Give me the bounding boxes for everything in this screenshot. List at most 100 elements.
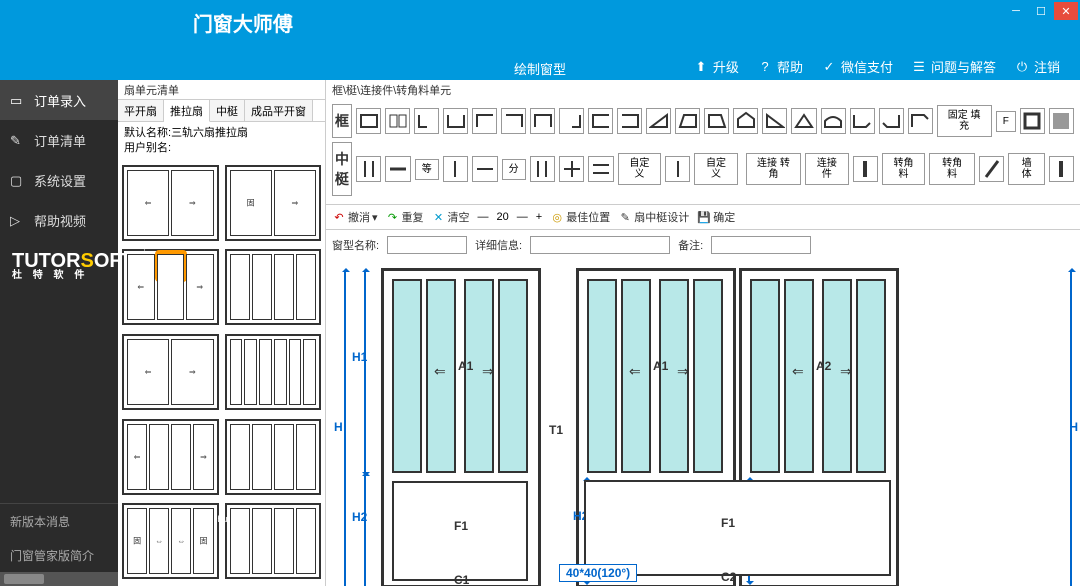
sidebar-item-intro[interactable]: 门窗管家版简介 [0,538,118,572]
shape-arch[interactable] [821,108,846,134]
plus-icon[interactable]: + [536,211,542,223]
help-icon: ? [757,59,773,75]
drawing-canvas[interactable]: H H1 H2 H ⇐ A1 ⇒ [326,260,1080,586]
slide-arrow-icon: ⇒ [840,363,852,380]
mullion-h2[interactable] [472,156,497,182]
help-button[interactable]: ? 帮助 [757,57,803,76]
shape-tri2[interactable] [762,108,787,134]
qa-button[interactable]: ☰ 问题与解答 [911,57,996,76]
logout-button[interactable]: ⏻ 注销 [1014,57,1060,76]
corner-angle-button[interactable]: 转角 料 [929,153,975,185]
confirm-button[interactable]: 💾确定 [697,209,735,225]
angle-dim: 40*40(120°) [559,564,637,582]
dim-F1-right: F1 [721,516,735,530]
wechat-pay-button[interactable]: ✓ 微信支付 [821,57,893,76]
mullion-v3[interactable] [530,156,555,182]
shape-trap2[interactable] [704,108,729,134]
fixed-fill-button[interactable]: 固定 填充 [937,105,992,137]
sidebar-item-label: 门窗管家版简介 [10,547,94,564]
close-button[interactable]: ✕ [1054,2,1078,20]
wechat-icon: ✓ [821,59,837,75]
shape-l1[interactable] [414,108,439,134]
upgrade-button[interactable]: ⬆ 升级 [693,57,739,76]
sash[interactable] [856,279,886,473]
breadcrumb: 框\梃\连接件\转角料单元 [326,80,1080,100]
fields-row: 窗型名称: 详细信息: 备注: [326,230,1080,260]
undo-icon: ↶ [332,210,346,224]
sash[interactable] [750,279,780,473]
action-bar: ↶撤消 ▾ ↷重复 ✕清空 — 20 — + ◎最佳位置 ✎扇中梃设计 💾确定 [326,205,1080,230]
logo-tutorsoft: TUTORSOFT 杜 特 软 件 [12,251,134,281]
toolbox: 框 固定 填充 [326,100,1080,205]
dim-A1: A1 [458,359,473,373]
redo-button[interactable]: ↷重复 [386,209,424,225]
f-button[interactable]: F [996,111,1016,132]
corner-icon[interactable] [979,156,1004,182]
connect-mullion-button[interactable]: 连接 转角 [746,153,802,185]
best-position-button[interactable]: ◎最佳位置 [550,209,610,225]
titlebar: TUTORSOFT 杜 特 软 件 画 门窗大师傅 men chuang da … [0,0,1080,80]
minimize-button[interactable]: ─ [1004,2,1028,20]
shape-fill2[interactable] [1049,108,1074,134]
dim-A2: A2 [816,359,831,373]
undo-button[interactable]: ↶撤消 ▾ [332,209,378,225]
sash[interactable] [693,279,723,473]
custom1-button[interactable]: 自定义 [618,153,661,185]
shape-l2[interactable] [472,108,497,134]
scroll-thumb[interactable] [4,574,44,584]
shape-l3[interactable] [501,108,526,134]
shape-c2[interactable] [617,108,642,134]
shape-pent[interactable] [733,108,758,134]
sidebar-scrollbar[interactable] [0,572,118,586]
mullion-v2[interactable] [443,156,468,182]
sash[interactable] [392,279,422,473]
redo-icon: ↷ [386,210,400,224]
mullion-custom-v[interactable] [665,156,690,182]
shape-ang1[interactable] [850,108,875,134]
template-thumb[interactable]: ⇐⇒ [122,249,219,325]
mullion-v1[interactable] [356,156,381,182]
shape-trap1[interactable] [675,108,700,134]
shape-tri1[interactable] [646,108,671,134]
name-input[interactable] [387,236,467,254]
detail-input[interactable] [530,236,670,254]
wall-button[interactable]: 墙 体 [1008,153,1044,185]
mullion-cross[interactable] [559,156,584,182]
sash[interactable] [498,279,528,473]
seg-count: 20 [497,211,509,223]
clear-button[interactable]: ✕清空 [432,209,470,225]
dim-H1: H1 [352,350,367,364]
wall-icon[interactable] [1049,156,1074,182]
dim-T1: T1 [549,423,563,437]
shape-fill1[interactable] [1020,108,1045,134]
shape-ang3[interactable] [908,108,933,134]
separator: — [517,211,528,223]
equal-button[interactable]: 等 [415,159,439,180]
fixed-panel-wide[interactable] [584,480,891,576]
sash[interactable] [587,279,617,473]
shape-rect[interactable] [356,108,381,134]
connector-icon[interactable] [853,156,878,182]
qa-icon: ☰ [911,59,927,75]
split-button[interactable]: 分 [502,159,526,180]
shape-double[interactable] [385,108,410,134]
shape-u1[interactable] [443,108,468,134]
custom2-button[interactable]: 自定义 [694,153,737,185]
note-input[interactable] [711,236,811,254]
shape-u2[interactable] [530,108,555,134]
shape-ang2[interactable] [879,108,904,134]
dim-H2-line [364,476,366,586]
window-model: ⇐ A1 ⇒ F1 C1 T1 ⇐ A1 [381,268,1070,576]
mullion-h3[interactable] [588,156,613,182]
mid-mullion-button[interactable]: ✎扇中梃设计 [618,209,689,225]
canvas-area: 框\梃\连接件\转角料单元 框 [326,80,1080,586]
shape-l4[interactable] [559,108,584,134]
shape-c1[interactable] [588,108,613,134]
frame-left[interactable]: ⇐ A1 ⇒ F1 C1 [381,268,541,586]
slide-arrow-icon: ⇐ [792,363,804,380]
mullion-h1[interactable] [385,156,410,182]
connector-button[interactable]: 连接件 [805,153,848,185]
maximize-button[interactable]: ☐ [1029,2,1053,20]
corner-piece-button[interactable]: 转角料 [882,153,925,185]
shape-tri3[interactable] [791,108,816,134]
